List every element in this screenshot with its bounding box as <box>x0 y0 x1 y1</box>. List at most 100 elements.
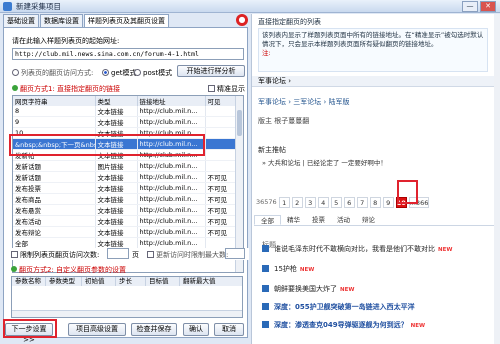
precise-display-checkbox[interactable]: 精准显示 <box>208 84 245 94</box>
page-link[interactable]: 3 <box>304 196 316 208</box>
filter-tab[interactable]: 全部 <box>254 215 281 225</box>
topic-line[interactable]: » 大兵和论坛 | 已经论定了 一定要好啊中！ <box>262 157 387 167</box>
grid-cell: 文本链接 <box>95 204 138 216</box>
tab-basic[interactable]: 基础设置 <box>3 14 39 27</box>
checkbox-icon <box>147 251 154 258</box>
post-mode-radio[interactable]: post模式 <box>134 68 172 78</box>
check-save-button[interactable]: 检查并保存 <box>131 323 177 336</box>
grid-row[interactable]: 发新话题 图片链接 http://club.mil.n... <box>13 160 238 172</box>
access-radio-icon <box>12 69 19 76</box>
page-link[interactable]: 8 <box>369 196 381 208</box>
new-badge: NEW <box>340 287 355 293</box>
thread-item[interactable]: 深度：055护卫舰突破第一岛链进入西太平洋 <box>262 302 418 312</box>
param-header[interactable]: 翻新最大值 <box>180 277 220 286</box>
page-link[interactable]: 7 <box>356 196 368 208</box>
grid-row[interactable]: 8 文本链接 http://club.mil.n... <box>13 106 238 117</box>
page-link[interactable]: 5 <box>330 196 342 208</box>
grid-row[interactable]: 发布投票 文本链接 http://club.mil.n... 不可见 <box>13 182 238 194</box>
preview-scrollbar[interactable] <box>494 14 500 344</box>
grid-cell: 文本链接 <box>95 226 138 238</box>
grid-row[interactable]: 发新话题 文本链接 http://club.mil.n... 不可见 <box>13 171 238 183</box>
filter-tab[interactable]: 精华 <box>281 215 306 225</box>
close-button[interactable]: ✕ <box>480 1 496 12</box>
page-link[interactable]: 4 <box>317 196 329 208</box>
param-header[interactable]: 目标值 <box>146 277 180 286</box>
cancel-button[interactable]: 取消 <box>214 323 244 336</box>
page-limit-checkbox[interactable]: 限制列表页翻页访问次数: <box>11 250 99 260</box>
thread-title[interactable]: 深度：渗透查克049导弹驱逐舰为何到远？ <box>274 321 408 329</box>
highlight-next-step <box>3 319 57 338</box>
minimize-button[interactable]: — <box>462 1 478 12</box>
grid-row[interactable]: 发布辩论 文本链接 http://club.mil.n... 不可见 <box>13 226 238 238</box>
grid-row[interactable]: 发布悬赏 文本链接 http://club.mil.n... 不可见 <box>13 204 238 216</box>
page-link[interactable]: 6 <box>343 196 355 208</box>
tab-list-paging[interactable]: 样题列表页及其翻页设置 <box>84 14 169 27</box>
param-header[interactable]: 参数名称 <box>12 277 46 286</box>
page-link[interactable]: 1 <box>278 196 290 208</box>
grid-row[interactable]: 发布活动 文本链接 http://club.mil.n... 不可见 <box>13 215 238 227</box>
confirm-button[interactable]: 确认 <box>183 323 209 336</box>
grid-cell <box>205 138 238 150</box>
new-badge: NEW <box>410 323 426 329</box>
filter-tab[interactable]: 投票 <box>306 215 331 225</box>
thread-title[interactable]: 深度：055护卫舰突破第一岛链进入西太平洋 <box>274 303 415 311</box>
grid-cell: 8 <box>13 106 96 117</box>
grid-cell: http://club.mil.n... <box>137 106 206 117</box>
thread-title[interactable]: 谁说毛泽东时代不敢横向对比，我看是他们不敢对比 <box>274 245 435 253</box>
grid-scrollbar[interactable] <box>235 96 243 272</box>
thread-item[interactable]: 朝鲜要换美国大炸了 NEW <box>262 284 354 294</box>
param-header[interactable]: 参数类型 <box>46 277 82 286</box>
advanced-settings-button[interactable]: 项目高级设置 <box>68 323 126 336</box>
filter-tab[interactable]: 活动 <box>331 215 356 225</box>
grid-cell: 文本链接 <box>95 193 138 205</box>
param-header[interactable]: 步长 <box>116 277 146 286</box>
thread-item[interactable]: 谁说毛泽东时代不敢横向对比，我看是他们不敢对比 NEW <box>262 244 452 254</box>
scroll-thumb[interactable] <box>237 110 242 136</box>
radio-selected-icon <box>102 69 109 76</box>
start-analysis-button[interactable]: 开始进行样分析 <box>177 65 245 77</box>
page-link[interactable]: 2 <box>291 196 303 208</box>
thread-item[interactable]: 深度：渗透查克049导弹驱逐舰为何到远？ NEW <box>262 320 425 330</box>
grid-row[interactable]: 全部 文本链接 http://club.mil.n... <box>13 237 238 249</box>
grid-cell: 发布辩论 <box>13 226 96 238</box>
grid-row[interactable]: 9 文本链接 http://club.mil.n... <box>13 116 238 128</box>
grid-header[interactable]: 类型 <box>95 96 138 106</box>
thread-title[interactable]: 朝鲜要换美国大炸了 <box>274 285 337 293</box>
window-title: 新建采集项目 <box>16 2 61 11</box>
update-limit-checkbox[interactable]: 更新访问时限制最大数: <box>147 250 228 260</box>
highlight-current-page <box>397 180 418 204</box>
breadcrumb[interactable]: 军事论坛 › 三军论坛 › 陆军版 <box>258 97 350 107</box>
param-grid: 参数名称 参数类型 初始值 步长 目标值 翻新最大值 <box>11 276 243 318</box>
start-url-input[interactable]: http://club.mil.news.sina.com.cn/forum-4… <box>12 48 244 60</box>
page-link[interactable]: 9 <box>382 196 394 208</box>
grid-cell: 不可见 <box>205 226 238 238</box>
grid-cell: 图片链接 <box>95 160 138 172</box>
grid-cell: 文本链接 <box>95 106 138 117</box>
thread-title[interactable]: 15护枪 <box>274 265 297 273</box>
grid-row[interactable]: 发布商品 文本链接 http://club.mil.n... 不可见 <box>13 193 238 205</box>
update-limit-input[interactable] <box>225 248 245 259</box>
grid-cell: 发布商品 <box>13 193 96 205</box>
checkbox-icon <box>208 85 215 92</box>
forum-nav[interactable]: 军事论坛 › <box>252 76 495 87</box>
grid-cell <box>205 149 238 161</box>
grid-cell <box>205 160 238 172</box>
thread-icon <box>262 285 269 292</box>
grid-cell: http://club.mil.n... <box>137 171 206 183</box>
filter-tab[interactable]: 辩论 <box>356 215 381 225</box>
get-mode-radio[interactable]: get模式 <box>102 68 137 78</box>
grid-cell: http://club.mil.n... <box>137 215 206 227</box>
page-limit-input[interactable] <box>107 248 129 259</box>
param-header[interactable]: 初始值 <box>82 277 116 286</box>
url-label: 请在此输入样题列表页的起始网址: <box>12 37 120 45</box>
new-badge: NEW <box>299 267 315 273</box>
grid-cell: 发布投票 <box>13 182 96 194</box>
page-link[interactable]: 36576 <box>256 197 277 208</box>
grid-header[interactable]: 可见 <box>205 96 238 106</box>
param-hscroll[interactable] <box>12 310 242 317</box>
thread-item[interactable]: 15护枪 NEW <box>262 264 314 274</box>
grid-header[interactable]: 网页字符串 <box>13 96 96 106</box>
tab-database[interactable]: 数据库设置 <box>40 14 83 27</box>
grid-header[interactable]: 链接地址 <box>137 96 206 106</box>
close-tab-icon[interactable]: ● <box>236 14 248 26</box>
